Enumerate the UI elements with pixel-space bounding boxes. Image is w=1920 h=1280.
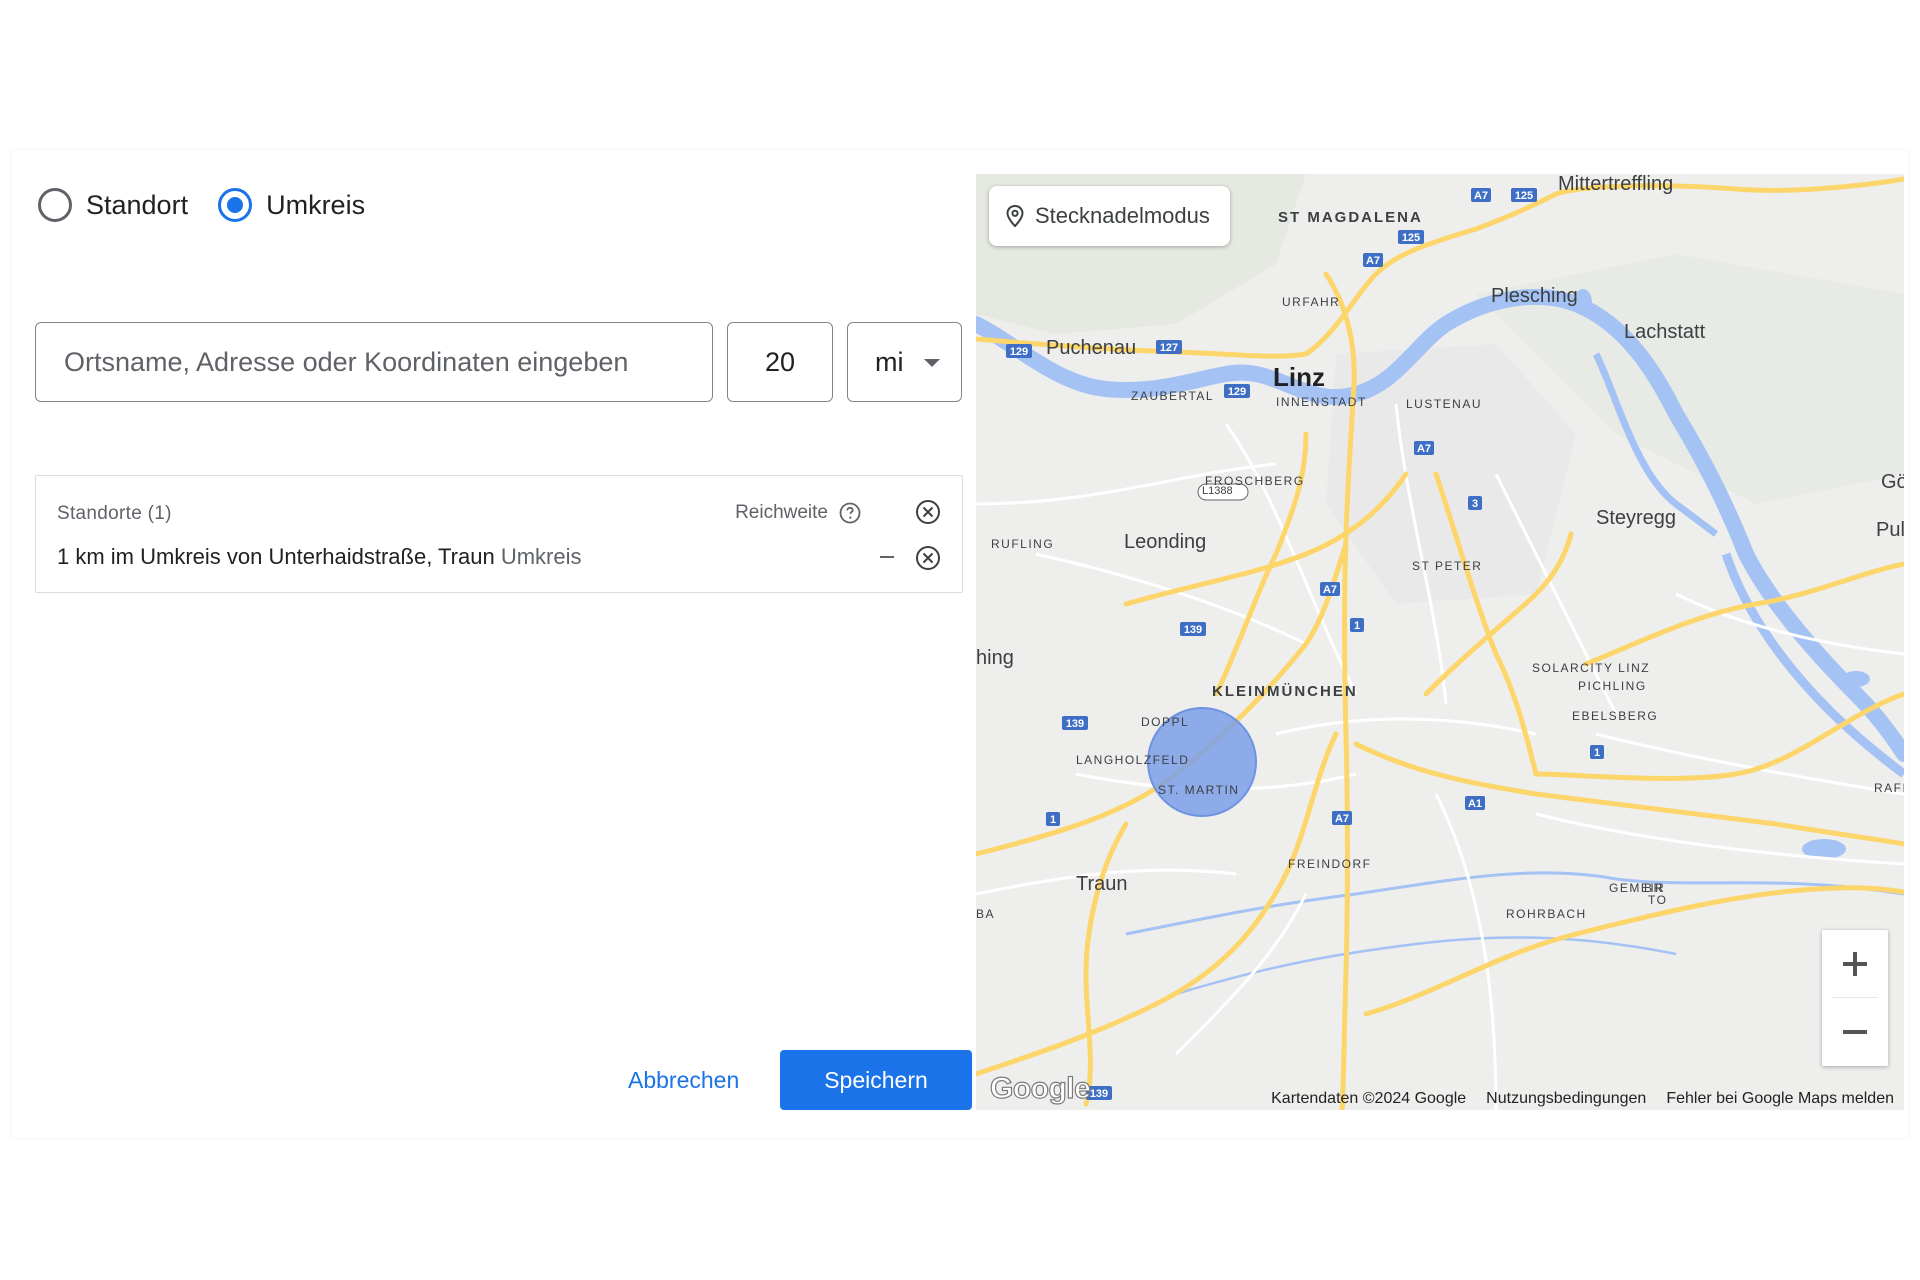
svg-text:Linz: Linz [1273,362,1325,392]
svg-text:Lachstatt: Lachstatt [1624,321,1706,343]
map-canvas: A7 125 125 A7 129 127 129 A7 3 A7 1 139 … [976,174,1904,1110]
svg-text:1: 1 [1594,747,1600,759]
map-view[interactable]: A7 125 125 A7 129 127 129 A7 3 A7 1 139 … [976,174,1904,1110]
svg-text:INNENSTADT: INNENSTADT [1276,395,1367,409]
map-data-credit: Kartendaten ©2024 Google [1271,1090,1467,1107]
svg-text:BA: BA [976,907,995,921]
chevron-down-icon [923,359,940,367]
svg-text:ROHRBACH: ROHRBACH [1506,907,1587,921]
location-item-type: Umkreis [500,544,582,569]
help-icon[interactable] [838,501,862,525]
svg-text:SOLARCITY LINZ: SOLARCITY LINZ [1532,661,1650,675]
svg-text:A1: A1 [1468,798,1482,810]
reach-header: Reichweite [735,501,862,525]
zoom-control [1822,930,1888,1066]
svg-text:A7: A7 [1323,584,1337,596]
svg-text:127: 127 [1160,342,1178,354]
location-dialog: Standort Umkreis mi Standorte (1) Reichw… [12,150,1908,1138]
svg-text:A7: A7 [1417,443,1431,455]
svg-text:A7: A7 [1335,813,1349,825]
svg-text:125: 125 [1402,232,1420,244]
svg-text:1: 1 [1354,620,1360,632]
svg-text:ZAUBERTAL: ZAUBERTAL [1131,389,1214,403]
svg-text:URFAHR: URFAHR [1282,295,1340,309]
svg-text:FREINDORF: FREINDORF [1288,857,1372,871]
reach-value-empty [880,556,894,558]
svg-text:Steyregg: Steyregg [1596,507,1676,529]
radio-label-umkreis: Umkreis [266,189,366,220]
svg-text:RUFLING: RUFLING [991,537,1054,551]
svg-text:ST MAGDALENA: ST MAGDALENA [1278,209,1423,226]
svg-text:RAFI: RAFI [1874,781,1904,795]
zoom-in-button[interactable] [1822,930,1888,998]
svg-text:139: 139 [1090,1088,1108,1100]
close-circle-icon [916,500,940,524]
svg-text:Leonding: Leonding [1124,531,1206,553]
svg-text:1: 1 [1050,814,1056,826]
svg-text:LANGHOLZFELD: LANGHOLZFELD [1076,753,1189,767]
cancel-button[interactable]: Abbrechen [614,1050,753,1110]
svg-text:139: 139 [1066,718,1084,730]
radio-umkreis[interactable] [218,188,253,222]
radio-option-standort[interactable]: Standort [38,188,188,222]
svg-text:ST. MARTIN: ST. MARTIN [1158,783,1239,797]
google-logo: Google [989,1071,1091,1105]
svg-text:TO: TO [1648,893,1667,907]
radio-standort[interactable] [38,188,72,222]
svg-text:139: 139 [1184,624,1202,636]
unit-select-value: mi [875,346,904,377]
map-attribution: Kartendaten ©2024 Google Nutzungsbedingu… [1251,1090,1894,1108]
report-error-link[interactable]: Fehler bei Google Maps melden [1666,1090,1894,1108]
locations-list: Standorte (1) Reichweite 1 km im Umkreis… [35,475,963,593]
svg-text:Traun: Traun [1076,873,1128,895]
svg-text:ST PETER: ST PETER [1412,559,1482,573]
svg-text:PICHLING: PICHLING [1578,679,1647,693]
svg-text:Göt: Göt [1881,471,1904,493]
zoom-out-button[interactable] [1822,998,1888,1066]
svg-text:A7: A7 [1474,190,1488,202]
svg-text:LUSTENAU: LUSTENAU [1406,397,1482,411]
reach-label: Reichweite [735,502,828,523]
svg-text:129: 129 [1010,346,1028,358]
svg-text:A7: A7 [1366,255,1380,267]
locations-header: Standorte (1) [57,503,172,524]
remove-location-button[interactable] [914,544,942,577]
plus-icon [1843,952,1867,976]
radio-option-umkreis[interactable]: Umkreis [218,188,365,222]
pin-mode-button[interactable]: Stecknadelmodus [989,186,1230,246]
location-item: 1 km im Umkreis von Unterhaidstraße, Tra… [57,544,582,570]
svg-text:hing: hing [976,647,1014,669]
svg-text:EBELSBERG: EBELSBERG [1572,709,1658,723]
save-button[interactable]: Speichern [780,1050,972,1110]
pin-mode-label: Stecknadelmodus [1035,203,1210,228]
svg-text:Mittertreffling: Mittertreffling [1558,174,1673,195]
unit-select[interactable]: mi [847,322,962,402]
svg-text:GEMEIR: GEMEIR [1609,881,1665,895]
remove-all-button[interactable] [914,498,942,531]
radius-input[interactable] [727,322,833,402]
radio-label-standort: Standort [86,189,189,220]
zoom-divider [1832,997,1878,998]
svg-text:DOPPL: DOPPL [1141,715,1189,729]
terms-link[interactable]: Nutzungsbedingungen [1486,1090,1646,1108]
svg-text:Pul: Pul [1876,519,1904,541]
svg-text:L1388: L1388 [1202,485,1233,497]
svg-text:3: 3 [1472,498,1478,510]
svg-text:KLEINMÜNCHEN: KLEINMÜNCHEN [1212,683,1358,700]
svg-text:125: 125 [1515,190,1533,202]
location-pin-icon [1006,204,1024,228]
close-circle-icon [916,546,940,570]
svg-text:Plesching: Plesching [1491,285,1578,307]
mode-radio-group: Standort Umkreis [38,188,395,222]
svg-text:129: 129 [1228,386,1246,398]
svg-text:Puchenau: Puchenau [1046,337,1136,359]
location-item-text: 1 km im Umkreis von Unterhaidstraße, Tra… [57,544,495,569]
minus-icon [1843,1030,1867,1034]
location-search-input[interactable] [35,322,713,402]
